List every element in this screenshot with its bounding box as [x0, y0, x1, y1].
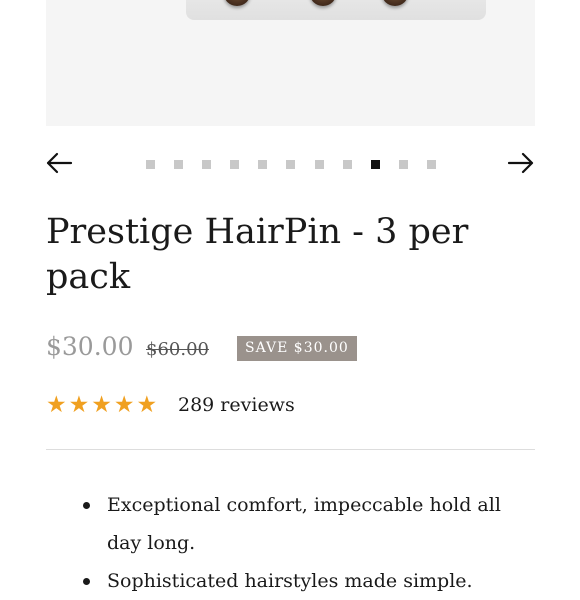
slide-dot-10[interactable] — [398, 159, 408, 169]
slide-dot-11[interactable] — [426, 159, 436, 169]
star-icon: ★ — [136, 392, 158, 418]
arrow-left-icon — [46, 152, 73, 174]
divider — [46, 449, 535, 450]
slide-dot-4[interactable] — [230, 159, 240, 169]
rating-row: ★ ★ ★ ★ ★ 289 reviews — [46, 392, 526, 420]
next-slide-button[interactable] — [506, 148, 536, 178]
compare-at-price: $60.00 — [146, 339, 209, 360]
hairpin-card — [186, 0, 486, 20]
slide-dot-9[interactable] — [370, 159, 380, 169]
slide-dot-2[interactable] — [174, 159, 184, 169]
feature-item: Exceptional comfort, impeccable hold all… — [46, 486, 535, 562]
slide-dot-3[interactable] — [202, 159, 212, 169]
slide-dot-6[interactable] — [286, 159, 296, 169]
hairpin-2 — [310, 0, 336, 6]
hairpin-3 — [382, 0, 408, 6]
slide-dot-1[interactable] — [146, 159, 155, 169]
arrow-right-icon — [507, 152, 534, 174]
save-badge: SAVE $30.00 — [237, 336, 357, 361]
star-icon: ★ — [68, 392, 90, 418]
product-image[interactable] — [46, 0, 535, 126]
hairpin-1 — [224, 0, 250, 6]
reviews-link[interactable]: 289 reviews — [178, 394, 295, 416]
slide-indicators — [146, 158, 436, 170]
star-icon: ★ — [113, 392, 135, 418]
previous-slide-button[interactable] — [44, 148, 74, 178]
star-rating[interactable]: ★ ★ ★ ★ ★ — [46, 392, 157, 418]
price-row: $30.00 $60.00 SAVE $30.00 — [46, 330, 526, 366]
slide-dot-7[interactable] — [314, 159, 324, 169]
sale-price: $30.00 — [46, 332, 134, 361]
star-icon: ★ — [91, 392, 112, 418]
feature-list: Exceptional comfort, impeccable hold all… — [46, 486, 535, 600]
slide-dot-8[interactable] — [342, 159, 352, 169]
star-icon: ★ — [46, 392, 67, 418]
product-title: Prestige HairPin - 3 per pack — [46, 212, 469, 297]
slide-dot-5[interactable] — [258, 159, 268, 169]
feature-item: Sophisticated hairstyles made simple. — [46, 562, 535, 600]
